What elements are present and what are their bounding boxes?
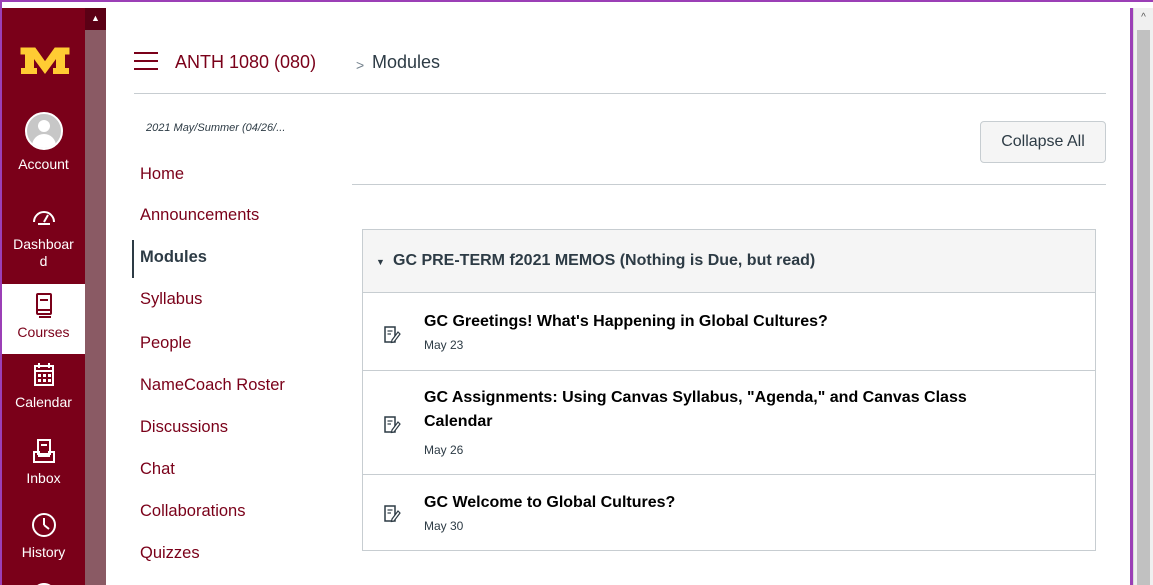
assignment-icon — [384, 326, 401, 344]
nav-inbox[interactable]: Inbox — [2, 436, 85, 487]
course-nav-home[interactable]: Home — [140, 165, 184, 184]
module-item-date: May 26 — [424, 443, 464, 457]
course-nav-announcements[interactable]: Announcements — [140, 206, 259, 225]
global-nav-scrollbar[interactable]: ▲ — [85, 8, 106, 585]
assignment-icon — [384, 416, 401, 434]
nav-account-label: Account — [18, 156, 69, 172]
nav-inbox-label: Inbox — [26, 470, 61, 486]
user-avatar-icon — [24, 112, 63, 150]
term-label: 2021 May/Summer (04/26/... — [146, 122, 286, 134]
help-icon — [36, 583, 51, 585]
module-item-title[interactable]: GC Greetings! What's Happening in Global… — [424, 310, 1024, 334]
breadcrumb-current-page: Modules — [372, 52, 441, 72]
nav-calendar[interactable]: Calendar — [2, 360, 85, 411]
breadcrumb-course-link[interactable]: ANTH 1080 (080) — [175, 52, 316, 72]
nav-dashboard-label-2: d — [39, 253, 48, 269]
module-title: GC PRE-TERM f2021 MEMOS (Nothing is Due,… — [393, 252, 816, 269]
page-scrollbar[interactable]: ^ — [1133, 8, 1153, 585]
book-icon — [35, 293, 52, 318]
scroll-thumb[interactable] — [85, 30, 106, 585]
scroll-up-icon[interactable]: ^ — [1134, 8, 1153, 28]
scroll-up-icon[interactable]: ▲ — [85, 8, 106, 30]
course-nav-syllabus[interactable]: Syllabus — [140, 290, 202, 309]
module-header[interactable]: ▼ GC PRE-TERM f2021 MEMOS (Nothing is Du… — [363, 230, 1095, 293]
toolbar-divider — [352, 184, 1106, 185]
module-item-date: May 23 — [424, 338, 464, 352]
module-item-date: May 30 — [424, 519, 464, 533]
nav-dashboard[interactable]: Dashboar d — [2, 202, 85, 270]
nav-account[interactable]: Account — [2, 112, 85, 173]
breadcrumb-separator: > — [356, 57, 365, 73]
active-indicator — [132, 240, 134, 278]
university-logo[interactable] — [19, 44, 71, 78]
assignment-icon — [384, 505, 401, 523]
module-item[interactable]: GC Welcome to Global Cultures? May 30 — [363, 475, 1095, 551]
global-nav: Account Dashboar d Courses Calendar Inbo… — [2, 8, 85, 585]
nav-courses[interactable]: Courses — [2, 284, 85, 354]
scroll-thumb[interactable] — [1137, 30, 1150, 585]
nav-dashboard-label-1: Dashboar — [13, 236, 74, 252]
nav-history-label: History — [21, 544, 66, 560]
inbox-icon — [32, 439, 55, 463]
dashboard-gauge-icon — [32, 211, 55, 225]
course-nav-people[interactable]: People — [140, 334, 191, 353]
breadcrumb: ANTH 1080 (080) > Modules — [134, 24, 1106, 94]
nav-more[interactable] — [2, 580, 85, 585]
clock-icon — [31, 513, 56, 537]
course-nav-chat[interactable]: Chat — [140, 460, 175, 479]
module-item-title[interactable]: GC Assignments: Using Canvas Syllabus, "… — [424, 386, 1024, 434]
course-nav-modules[interactable]: Modules — [140, 248, 207, 267]
course-nav-quizzes[interactable]: Quizzes — [140, 544, 200, 563]
nav-history[interactable]: History — [2, 510, 85, 561]
module-item[interactable]: GC Assignments: Using Canvas Syllabus, "… — [363, 371, 1095, 475]
nav-calendar-label: Calendar — [15, 394, 72, 410]
nav-courses-label: Courses — [17, 324, 70, 340]
module-item-title[interactable]: GC Welcome to Global Cultures? — [424, 491, 1024, 515]
hamburger-menu-icon[interactable] — [134, 52, 158, 70]
module: ▼ GC PRE-TERM f2021 MEMOS (Nothing is Du… — [362, 229, 1096, 551]
calendar-icon — [33, 363, 54, 386]
course-nav-collaborations[interactable]: Collaborations — [140, 502, 245, 521]
collapse-all-button[interactable]: Collapse All — [980, 121, 1106, 163]
course-nav-namecoach-roster[interactable]: NameCoach Roster — [140, 376, 285, 395]
module-item[interactable]: GC Greetings! What's Happening in Global… — [363, 293, 1095, 371]
course-nav-discussions[interactable]: Discussions — [140, 418, 228, 437]
collapse-triangle-icon[interactable]: ▼ — [376, 257, 385, 267]
